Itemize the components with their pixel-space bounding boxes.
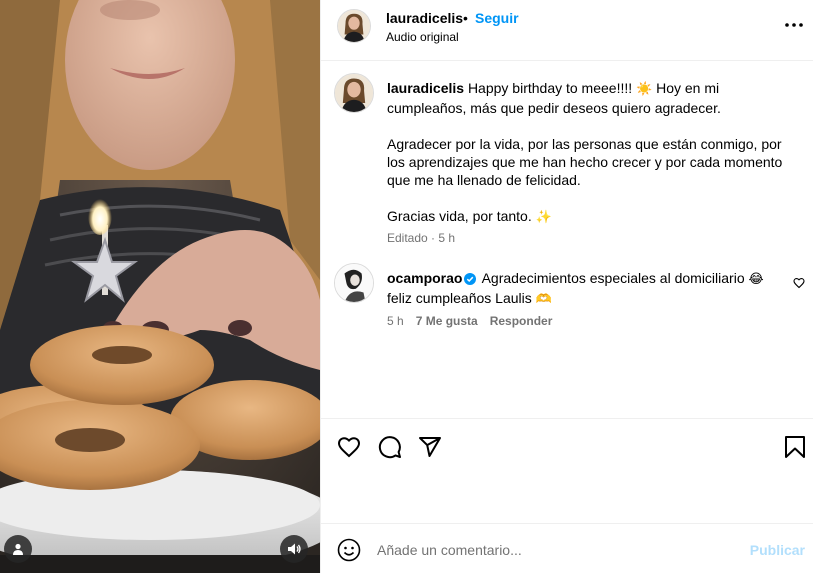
caption-avatar-image xyxy=(335,74,373,112)
comment-meta: 5 h 7 Me gusta Responder xyxy=(387,314,552,328)
edited-label: Editado xyxy=(387,231,428,245)
heart-hands-emoji: 🫶 xyxy=(535,292,552,307)
comment-text-1: Agradecimientos especiales al domiciliar… xyxy=(478,270,749,286)
comment-like-button[interactable] xyxy=(793,276,807,290)
author-avatar-image xyxy=(338,10,370,42)
commenter-avatar[interactable] xyxy=(334,263,374,303)
post-actions-bar xyxy=(321,430,813,462)
actions-divider xyxy=(321,418,813,419)
birthday-video-frame xyxy=(0,0,320,573)
caption-author-avatar[interactable] xyxy=(334,73,374,113)
comment-body: ocamporao Agradecimientos especiales al … xyxy=(387,269,767,309)
comment-composer: Publicar xyxy=(321,524,813,573)
caption-meta: Editado · 5 h xyxy=(387,231,455,245)
post-media[interactable] xyxy=(0,0,320,573)
meta-dot: · xyxy=(431,231,436,245)
more-options-button[interactable] xyxy=(784,18,804,32)
reply-button[interactable]: Responder xyxy=(490,314,553,328)
audio-toggle-button[interactable] xyxy=(280,535,308,563)
comment-button[interactable] xyxy=(377,434,403,460)
heart-icon xyxy=(793,278,805,289)
share-icon xyxy=(419,437,441,457)
comment-input[interactable] xyxy=(377,538,737,562)
post-header: lauradicelis • Seguir Audio original xyxy=(321,0,813,61)
sun-emoji: ☀️ xyxy=(636,82,653,97)
post-details-panel: lauradicelis • Seguir Audio original lau… xyxy=(320,0,813,573)
caption-username[interactable]: lauradicelis xyxy=(387,80,464,96)
comment-text-2: feliz cumpleaños Laulis xyxy=(387,290,536,306)
laugh-emoji: 😂 xyxy=(748,272,764,287)
caption-paragraph-3: Gracias vida, por tanto. xyxy=(387,208,536,224)
sparkles-emoji: ✨ xyxy=(535,210,552,225)
caption-time[interactable]: 5 h xyxy=(438,231,455,245)
commenter-avatar-image xyxy=(335,264,373,302)
comment-time[interactable]: 5 h xyxy=(387,314,404,328)
comment-likes[interactable]: 7 Me gusta xyxy=(416,314,478,328)
caption-paragraph-2: Agradecer por la vida, por las personas … xyxy=(387,136,783,188)
follow-button[interactable]: Seguir xyxy=(475,10,519,26)
volume-icon xyxy=(288,543,301,555)
emoji-button[interactable] xyxy=(337,538,361,562)
author-username[interactable]: lauradicelis xyxy=(386,10,463,26)
separator-dot: • xyxy=(463,10,468,26)
more-options-icon xyxy=(785,23,803,27)
caption-line1: Happy birthday to meee!!!! xyxy=(467,80,637,96)
comment-icon xyxy=(378,436,401,459)
bookmark-icon xyxy=(785,436,805,458)
user-tag-button[interactable] xyxy=(4,535,32,563)
like-button[interactable] xyxy=(336,434,362,460)
save-button[interactable] xyxy=(782,434,808,460)
post-caption: lauradicelis Happy birthday to meee!!!! … xyxy=(387,79,797,227)
heart-icon xyxy=(337,437,361,458)
user-tag-icon xyxy=(13,543,23,555)
publish-button[interactable]: Publicar xyxy=(750,542,805,558)
commenter-username[interactable]: ocamporao xyxy=(387,270,462,286)
share-button[interactable] xyxy=(417,434,443,460)
audio-label[interactable]: Audio original xyxy=(386,30,459,44)
author-avatar[interactable] xyxy=(337,9,371,43)
emoji-icon xyxy=(337,538,361,562)
verified-badge-icon xyxy=(464,271,477,289)
